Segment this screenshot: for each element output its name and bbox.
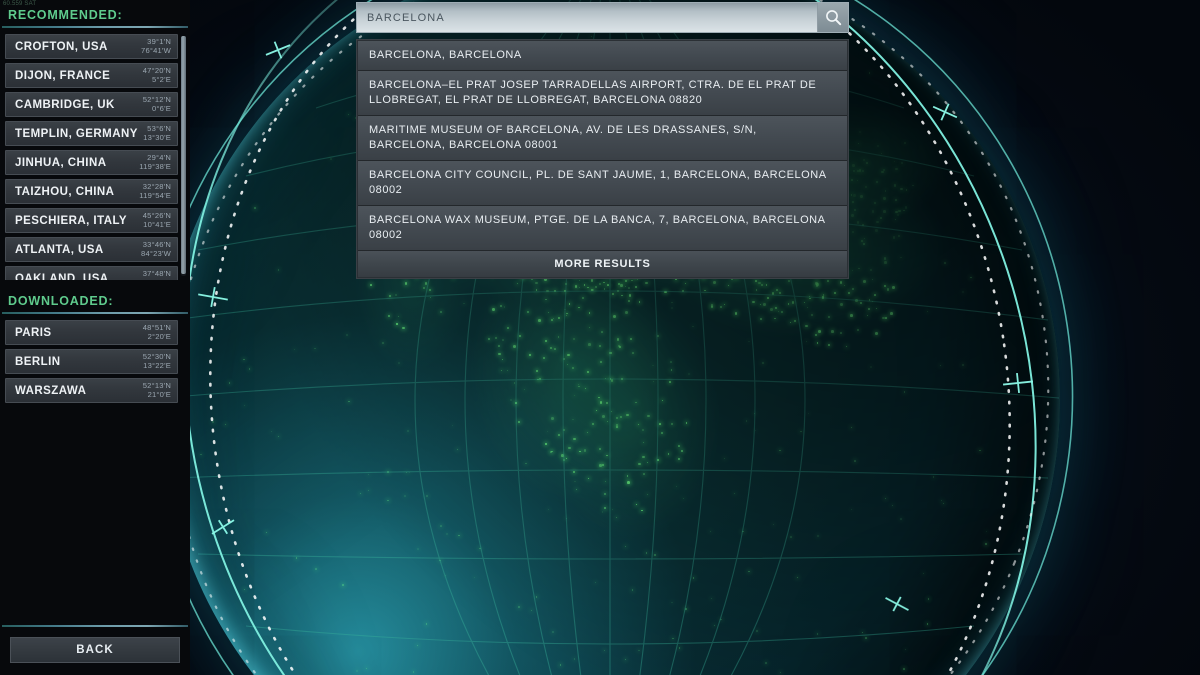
location-coordinates: 53°6'N13°30'E <box>143 125 171 142</box>
longitude-value: 119°38'E <box>139 163 171 172</box>
recommended-divider <box>2 26 188 28</box>
location-name: TEMPLIN, GERMANY <box>15 128 143 140</box>
location-name: PARIS <box>15 327 143 339</box>
location-coordinates: 39°1'N76°41'W <box>141 38 171 55</box>
location-name: BERLIN <box>15 356 143 368</box>
back-area: BACK <box>0 625 190 675</box>
location-row[interactable]: JINHUA, CHINA29°4'N119°38'E <box>5 150 178 175</box>
downloaded-list[interactable]: PARIS48°51'N2°20'E BERLIN52°30'N13°22'E WA… <box>0 320 190 412</box>
longitude-value: 84°23'W <box>141 250 171 259</box>
location-coordinates: 47°20'N5°2'E <box>143 67 171 84</box>
longitude-value: 10°41'E <box>143 221 171 230</box>
location-row[interactable]: ATLANTA, USA33°46'N84°23'W <box>5 237 178 262</box>
location-coordinates: 48°51'N2°20'E <box>143 324 171 341</box>
location-coordinates: 29°4'N119°38'E <box>139 154 171 171</box>
downloaded-divider <box>2 312 188 314</box>
location-row[interactable]: CROFTON, USA39°1'N76°41'W <box>5 34 178 59</box>
longitude-value: 5°2'E <box>143 76 171 85</box>
longitude-value: 13°30'E <box>143 134 171 143</box>
longitude-value: 21°0'E <box>143 391 171 400</box>
sidebar-micro-note: 60.559 SAT <box>3 1 36 8</box>
location-row[interactable]: OAKLAND, USA37°48'N122°16'W <box>5 266 178 280</box>
back-divider <box>2 625 188 627</box>
back-button[interactable]: BACK <box>10 637 180 663</box>
recommended-list[interactable]: CROFTON, USA39°1'N76°41'W DIJON, FRANCE47… <box>0 34 190 280</box>
downloaded-heading: DOWNLOADED: <box>0 280 190 312</box>
longitude-value: 122°16'W <box>137 279 171 281</box>
search-button[interactable] <box>817 3 848 32</box>
location-coordinates: 45°26'N10°41'E <box>143 212 171 229</box>
location-row[interactable]: TAIZHOU, CHINA32°28'N119°54'E <box>5 179 178 204</box>
location-coordinates: 33°46'N84°23'W <box>141 241 171 258</box>
longitude-value: 0°6'E <box>143 105 171 114</box>
longitude-value: 76°41'W <box>141 47 171 56</box>
location-row[interactable]: WARSZAWA52°13'N21°0'E <box>5 378 178 403</box>
location-name: JINHUA, CHINA <box>15 157 139 169</box>
location-row[interactable]: PARIS48°51'N2°20'E <box>5 320 178 345</box>
search-results-dropdown: BARCELONA, BARCELONABARCELONA–EL PRAT JO… <box>356 39 849 279</box>
search-result-item[interactable]: BARCELONA WAX MUSEUM, PTGE. DE LA BANCA,… <box>358 206 847 251</box>
recommended-rows: CROFTON, USA39°1'N76°41'W DIJON, FRANCE47… <box>0 34 190 280</box>
location-row[interactable]: BERLIN52°30'N13°22'E <box>5 349 178 374</box>
more-results-button[interactable]: MORE RESULTS <box>358 251 847 277</box>
recommended-scrollbar[interactable] <box>181 36 186 276</box>
location-coordinates: 52°12'N0°6'E <box>143 96 171 113</box>
location-name: TAIZHOU, CHINA <box>15 186 139 198</box>
location-name: ATLANTA, USA <box>15 244 141 256</box>
search-result-rows: BARCELONA, BARCELONABARCELONA–EL PRAT JO… <box>358 41 847 251</box>
app-screen: 60.559 SAT RECOMMENDED: CROFTON, USA39°1… <box>0 0 1200 675</box>
longitude-value: 2°20'E <box>143 333 171 342</box>
location-row[interactable]: TEMPLIN, GERMANY53°6'N13°30'E <box>5 121 178 146</box>
location-row[interactable]: PESCHIERA, ITALY45°26'N10°41'E <box>5 208 178 233</box>
location-coordinates: 52°13'N21°0'E <box>143 382 171 399</box>
location-name: PESCHIERA, ITALY <box>15 215 143 227</box>
search-bar <box>356 2 849 33</box>
longitude-value: 13°22'E <box>143 362 171 371</box>
location-coordinates: 52°30'N13°22'E <box>143 353 171 370</box>
sidebar: 60.559 SAT RECOMMENDED: CROFTON, USA39°1… <box>0 0 190 675</box>
search-input[interactable] <box>357 3 817 32</box>
location-coordinates: 37°48'N122°16'W <box>137 270 171 280</box>
search-icon <box>825 9 842 26</box>
location-row[interactable]: DIJON, FRANCE47°20'N5°2'E <box>5 63 178 88</box>
location-name: DIJON, FRANCE <box>15 70 143 82</box>
search-panel: BARCELONA, BARCELONABARCELONA–EL PRAT JO… <box>356 2 849 279</box>
location-row[interactable]: CAMBRIDGE, UK52°12'N0°6'E <box>5 92 178 117</box>
location-coordinates: 32°28'N119°54'E <box>139 183 171 200</box>
location-name: CROFTON, USA <box>15 41 141 53</box>
search-result-item[interactable]: BARCELONA, BARCELONA <box>358 41 847 71</box>
recommended-scroll-thumb[interactable] <box>181 36 186 274</box>
downloaded-rows: PARIS48°51'N2°20'E BERLIN52°30'N13°22'E WA… <box>0 320 190 403</box>
search-result-item[interactable]: BARCELONA CITY COUNCIL, PL. DE SANT JAUM… <box>358 161 847 206</box>
search-result-item[interactable]: MARITIME MUSEUM OF BARCELONA, AV. DE LES… <box>358 116 847 161</box>
longitude-value: 119°54'E <box>139 192 171 201</box>
location-name: OAKLAND, USA <box>15 273 137 281</box>
search-result-item[interactable]: BARCELONA–EL PRAT JOSEP TARRADELLAS AIRP… <box>358 71 847 116</box>
location-name: WARSZAWA <box>15 385 143 397</box>
location-name: CAMBRIDGE, UK <box>15 99 143 111</box>
